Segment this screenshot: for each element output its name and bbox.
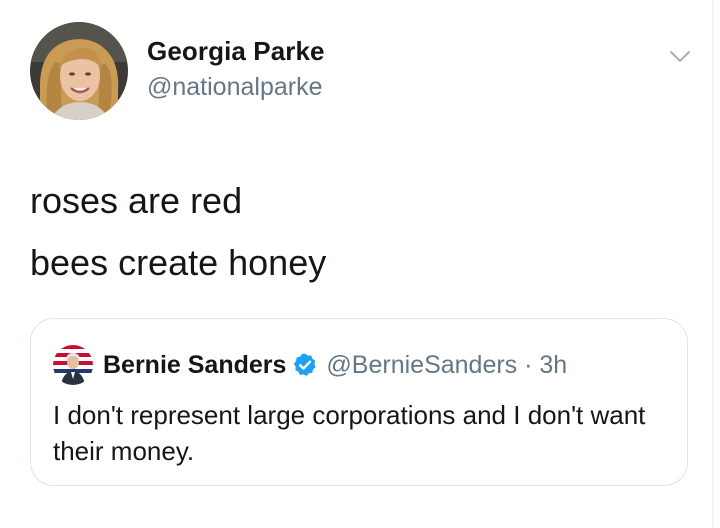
quoted-tweet-header: Bernie Sanders @BernieSanders · 3h [53, 345, 567, 385]
scrollbar-edge [712, 0, 714, 528]
chevron-down-icon[interactable] [665, 44, 695, 68]
author-name[interactable]: Georgia Parke [147, 36, 325, 67]
quoted-author-name[interactable]: Bernie Sanders [103, 351, 286, 380]
tweet-text-line: roses are red [30, 180, 243, 221]
tweet-text: roses are red bees create honey [30, 170, 690, 294]
tweet-text-line: bees create honey [30, 242, 327, 283]
verified-badge-icon [294, 353, 317, 376]
quoted-author-avatar-image [53, 345, 93, 385]
quoted-tweet-card[interactable]: Bernie Sanders @BernieSanders · 3h I don… [30, 318, 688, 486]
quoted-tweet-text: I don't represent large corporations and… [53, 400, 646, 466]
author-avatar-image [30, 22, 128, 120]
author-avatar[interactable] [30, 22, 128, 120]
quoted-handle-timestamp: @BernieSanders · 3h [326, 350, 568, 379]
quoted-author-avatar[interactable] [53, 345, 93, 385]
author-handle[interactable]: @nationalparke [147, 73, 323, 102]
tweet-container: Georgia Parke @nationalparke roses are r… [0, 0, 720, 528]
